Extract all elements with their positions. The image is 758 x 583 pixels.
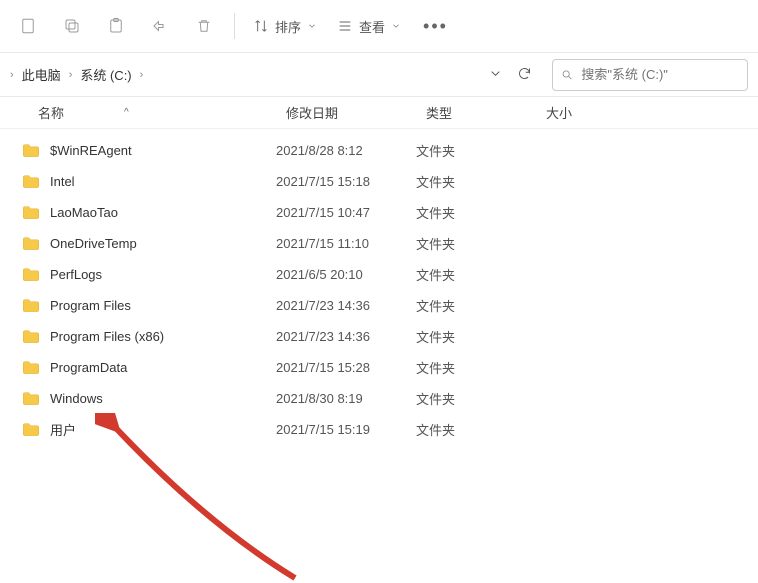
cell-type: 文件夹	[416, 420, 536, 439]
cell-date: 2021/6/5 20:10	[276, 267, 416, 282]
cell-type: 文件夹	[416, 265, 536, 284]
chevron-right-icon: ›	[69, 69, 73, 81]
cell-name: Program Files	[22, 298, 276, 313]
table-row[interactable]: ProgramData 2021/7/15 15:28 文件夹	[0, 352, 758, 383]
delete-button[interactable]	[184, 6, 224, 46]
file-name: Windows	[50, 391, 103, 406]
history-dropdown[interactable]	[488, 66, 503, 84]
cell-name: OneDriveTemp	[22, 236, 276, 251]
cell-date: 2021/7/15 15:18	[276, 174, 416, 189]
file-name: Program Files (x86)	[50, 329, 164, 344]
folder-icon	[22, 144, 40, 158]
folder-icon	[22, 175, 40, 189]
column-size[interactable]: 大小	[546, 103, 626, 122]
folder-icon	[22, 330, 40, 344]
cell-date: 2021/7/15 11:10	[276, 236, 416, 251]
cell-name: Program Files (x86)	[22, 329, 276, 344]
share-button[interactable]	[140, 6, 180, 46]
cell-type: 文件夹	[416, 327, 536, 346]
more-button[interactable]: •••	[413, 16, 458, 37]
folder-icon	[22, 299, 40, 313]
cell-date: 2021/7/15 15:28	[276, 360, 416, 375]
cell-type: 文件夹	[416, 172, 536, 191]
file-name: 用户	[50, 420, 76, 439]
toolbar-separator	[234, 13, 235, 39]
file-name: OneDriveTemp	[50, 236, 137, 251]
file-name: PerfLogs	[50, 267, 102, 282]
cell-type: 文件夹	[416, 141, 536, 160]
cell-type: 文件夹	[416, 203, 536, 222]
folder-icon	[22, 423, 40, 437]
cell-name: Windows	[22, 391, 276, 406]
cell-name: ProgramData	[22, 360, 276, 375]
folder-icon	[22, 206, 40, 220]
search-box[interactable]	[552, 59, 748, 91]
cell-date: 2021/7/15 15:19	[276, 422, 416, 437]
table-row[interactable]: Intel 2021/7/15 15:18 文件夹	[0, 166, 758, 197]
table-row[interactable]: PerfLogs 2021/6/5 20:10 文件夹	[0, 259, 758, 290]
table-row[interactable]: 用户 2021/7/15 15:19 文件夹	[0, 414, 758, 445]
refresh-button[interactable]	[517, 66, 532, 84]
address-bar[interactable]: › 此电脑› 系统 (C:)›	[0, 59, 476, 91]
address-actions	[488, 66, 540, 84]
cell-type: 文件夹	[416, 234, 536, 253]
file-name: Intel	[50, 174, 75, 189]
table-row[interactable]: Windows 2021/8/30 8:19 文件夹	[0, 383, 758, 414]
cell-date: 2021/8/28 8:12	[276, 143, 416, 158]
folder-icon	[22, 237, 40, 251]
chevron-right-icon: ›	[10, 69, 14, 81]
chevron-down-icon	[307, 21, 317, 31]
column-type[interactable]: 类型	[426, 103, 546, 122]
cell-date: 2021/7/23 14:36	[276, 329, 416, 344]
table-row[interactable]: Program Files (x86) 2021/7/23 14:36 文件夹	[0, 321, 758, 352]
table-row[interactable]: LaoMaoTao 2021/7/15 10:47 文件夹	[0, 197, 758, 228]
breadcrumb-this-pc[interactable]: 此电脑›	[18, 65, 77, 84]
folder-icon	[22, 268, 40, 282]
cell-name: $WinREAgent	[22, 143, 276, 158]
paste-button[interactable]	[96, 6, 136, 46]
folder-icon	[22, 361, 40, 375]
address-row: › 此电脑› 系统 (C:)›	[0, 53, 758, 97]
column-name[interactable]: 名称 ^	[38, 103, 286, 122]
file-list: $WinREAgent 2021/8/28 8:12 文件夹 Intel 202…	[0, 129, 758, 445]
cell-date: 2021/7/23 14:36	[276, 298, 416, 313]
file-name: $WinREAgent	[50, 143, 132, 158]
view-label: 查看	[359, 17, 385, 36]
new-item-button[interactable]	[8, 6, 48, 46]
folder-icon	[22, 392, 40, 406]
chevron-right-icon: ›	[140, 69, 144, 81]
breadcrumb-root[interactable]: ›	[6, 69, 18, 81]
table-row[interactable]: OneDriveTemp 2021/7/15 11:10 文件夹	[0, 228, 758, 259]
column-headers: 名称 ^ 修改日期 类型 大小	[0, 97, 758, 129]
column-date[interactable]: 修改日期	[286, 103, 426, 122]
cell-date: 2021/8/30 8:19	[276, 391, 416, 406]
toolbar: 排序 查看 •••	[0, 0, 758, 53]
cell-name: Intel	[22, 174, 276, 189]
cell-type: 文件夹	[416, 358, 536, 377]
cell-name: 用户	[22, 420, 276, 439]
sort-button[interactable]: 排序	[245, 6, 325, 46]
cell-type: 文件夹	[416, 296, 536, 315]
cell-date: 2021/7/15 10:47	[276, 205, 416, 220]
chevron-down-icon	[391, 21, 401, 31]
file-name: ProgramData	[50, 360, 127, 375]
file-name: LaoMaoTao	[50, 205, 118, 220]
breadcrumb-drive-c[interactable]: 系统 (C:)›	[76, 65, 147, 84]
table-row[interactable]: $WinREAgent 2021/8/28 8:12 文件夹	[0, 135, 758, 166]
search-icon	[561, 68, 573, 82]
table-row[interactable]: Program Files 2021/7/23 14:36 文件夹	[0, 290, 758, 321]
sort-indicator-icon: ^	[124, 107, 129, 118]
view-button[interactable]: 查看	[329, 6, 409, 46]
copy-button[interactable]	[52, 6, 92, 46]
file-name: Program Files	[50, 298, 131, 313]
cell-name: PerfLogs	[22, 267, 276, 282]
search-input[interactable]	[581, 67, 739, 82]
sort-label: 排序	[275, 17, 301, 36]
cell-type: 文件夹	[416, 389, 536, 408]
cell-name: LaoMaoTao	[22, 205, 276, 220]
